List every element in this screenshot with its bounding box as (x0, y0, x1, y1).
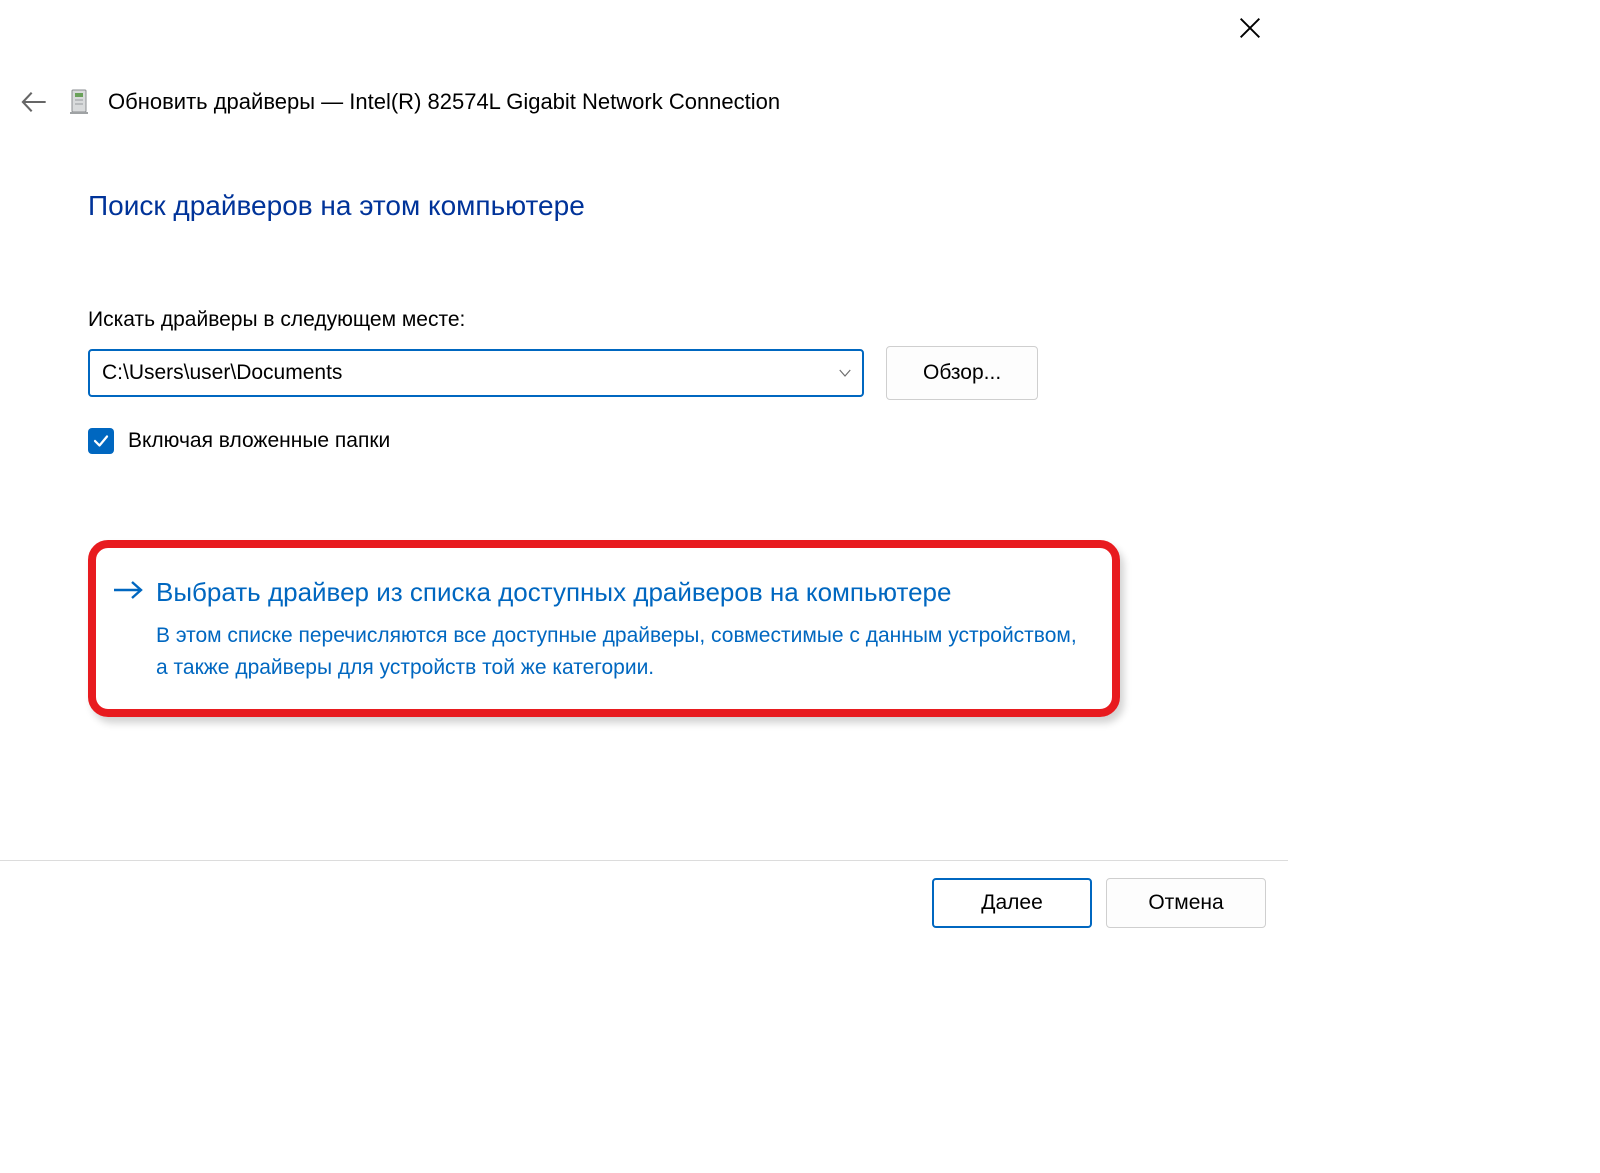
dialog-title: Обновить драйверы — Intel(R) 82574L Giga… (108, 89, 780, 115)
include-subfolders-label: Включая вложенные папки (128, 429, 390, 453)
path-input[interactable] (88, 349, 864, 397)
search-location-label: Искать драйверы в следующем месте: (88, 308, 1200, 332)
arrow-right-icon (112, 574, 146, 683)
option-text: Выбрать драйвер из списка доступных драй… (156, 574, 1084, 683)
content-area: Поиск драйверов на этом компьютере Искат… (88, 190, 1200, 454)
device-icon (68, 89, 90, 115)
option-description: В этом списке перечисляются все доступны… (156, 620, 1084, 683)
back-button[interactable] (18, 86, 50, 118)
arrow-left-icon (20, 88, 48, 116)
browse-button[interactable]: Обзор... (886, 346, 1038, 400)
header: Обновить драйверы — Intel(R) 82574L Giga… (18, 86, 1258, 118)
next-button[interactable]: Далее (932, 878, 1092, 928)
page-heading: Поиск драйверов на этом компьютере (88, 190, 1200, 222)
close-button[interactable] (1236, 14, 1264, 42)
path-row: Обзор... (88, 346, 1200, 400)
include-subfolders-checkbox[interactable] (88, 428, 114, 454)
close-icon (1236, 14, 1264, 42)
footer: Далее Отмена (0, 860, 1288, 944)
option-title: Выбрать драйвер из списка доступных драй… (156, 574, 1084, 610)
pick-from-list-option[interactable]: Выбрать драйвер из списка доступных драй… (88, 540, 1120, 717)
path-combo (88, 349, 864, 397)
include-subfolders-row: Включая вложенные папки (88, 428, 1200, 454)
cancel-button[interactable]: Отмена (1106, 878, 1266, 928)
checkmark-icon (92, 432, 110, 450)
